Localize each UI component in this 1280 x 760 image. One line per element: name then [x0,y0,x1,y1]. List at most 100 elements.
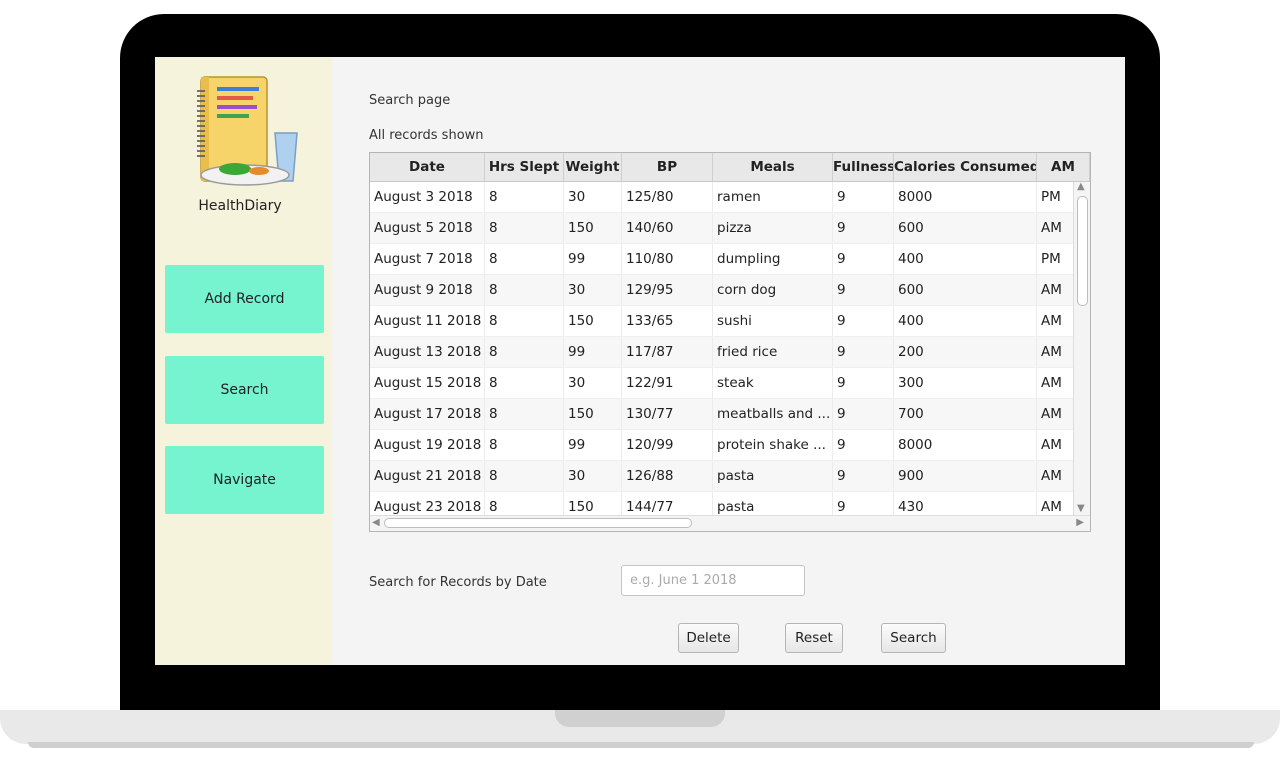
table-cell: 125/80 [622,182,713,212]
vertical-scrollbar[interactable]: ▲ ▼ [1073,181,1090,515]
column-header[interactable]: BP [622,153,713,181]
table-cell: 126/88 [622,461,713,491]
table-row[interactable]: August 9 2018 8 30 129/95 corn dog 9 600 AM [370,275,1090,306]
table-cell: 8 [485,399,564,429]
table-cell: dumpling [713,244,833,274]
table-row[interactable]: August 7 2018 8 99 110/80 dumpling 9 400 PM [370,244,1090,275]
table-cell: 8 [485,430,564,460]
table-cell: August 9 2018 [370,275,485,305]
app-window: HealthDiary Add Record Search Navigate S… [155,57,1125,665]
table-cell: 129/95 [622,275,713,305]
table-cell: August 13 2018 [370,337,485,367]
table-cell: 8 [485,244,564,274]
table-cell: 99 [564,430,622,460]
table-row[interactable]: August 11 2018 8 150 133/65 sushi 9 400 AM [370,306,1090,337]
column-header[interactable]: Calories Consumed [894,153,1037,181]
column-header[interactable]: Weight [564,153,622,181]
table-cell: 8 [485,337,564,367]
reset-button[interactable]: Reset [785,623,843,653]
table-cell: 9 [833,461,894,491]
table-cell: 150 [564,306,622,336]
add-record-button[interactable]: Add Record [165,265,324,333]
table-cell: August 17 2018 [370,399,485,429]
search-date-input[interactable] [621,565,805,596]
scroll-down-icon[interactable]: ▼ [1077,503,1085,514]
navigate-button[interactable]: Navigate [165,446,324,514]
column-header[interactable]: Meals [713,153,833,181]
table-cell: 8 [485,275,564,305]
column-header[interactable]: Fullness [833,153,894,181]
app-name: HealthDiary [198,198,282,214]
table-cell: August 19 2018 [370,430,485,460]
table-cell: 30 [564,182,622,212]
table-cell: protein shake ... [713,430,833,460]
table-row[interactable]: August 17 2018 8 150 130/77 meatballs and ..… [370,399,1090,430]
table-cell: 400 [894,306,1037,336]
search-date-label: Search for Records by Date [369,575,547,590]
table-cell: August 3 2018 [370,182,485,212]
horizontal-scrollbar[interactable]: ◀ ▶ [370,515,1090,531]
column-header[interactable]: Hrs Slept [485,153,564,181]
table-cell: 9 [833,244,894,274]
table-row[interactable]: August 21 2018 8 30 126/88 pasta 9 900 AM [370,461,1090,492]
table-row[interactable]: August 15 2018 8 30 122/91 steak 9 300 AM [370,368,1090,399]
search-button[interactable]: Search [881,623,946,653]
scroll-right-icon[interactable]: ▶ [1076,517,1084,528]
table-cell: 9 [833,213,894,243]
table-cell: 8 [485,461,564,491]
table-cell: 8 [485,182,564,212]
sidebar: HealthDiary Add Record Search Navigate [155,57,332,665]
column-header[interactable]: Date [370,153,485,181]
table-cell: 9 [833,182,894,212]
table-cell: 30 [564,275,622,305]
table-cell: sushi [713,306,833,336]
table-cell: corn dog [713,275,833,305]
table-cell: pizza [713,213,833,243]
table-cell: 600 [894,275,1037,305]
scroll-left-icon[interactable]: ◀ [372,517,380,528]
table-cell: 8 [485,368,564,398]
table-cell: 140/60 [622,213,713,243]
delete-button[interactable]: Delete [678,623,739,653]
table-cell: 300 [894,368,1037,398]
scroll-up-icon[interactable]: ▲ [1077,181,1085,192]
vertical-scroll-thumb[interactable] [1077,196,1088,306]
column-header[interactable]: AM [1037,153,1090,181]
table-row[interactable]: August 13 2018 8 99 117/87 fried rice 9 200 AM [370,337,1090,368]
table-cell: August 5 2018 [370,213,485,243]
table-cell: 9 [833,337,894,367]
table-row[interactable]: August 3 2018 8 30 125/80 ramen 9 8000 PM [370,182,1090,213]
table-cell: 9 [833,306,894,336]
table-cell: 200 [894,337,1037,367]
horizontal-scroll-thumb[interactable] [384,518,692,528]
table-cell: 133/65 [622,306,713,336]
page-title: Search page [369,93,451,108]
main-panel: Search page All records shown Date Hrs Sl… [332,57,1125,665]
table-cell: 9 [833,368,894,398]
laptop-base-shadow [28,742,1254,748]
table-cell: August 11 2018 [370,306,485,336]
table-cell: 9 [833,275,894,305]
table-cell: 120/99 [622,430,713,460]
table-cell: 150 [564,213,622,243]
table-cell: 900 [894,461,1037,491]
notebook-meal-icon [187,75,303,189]
table-cell: 99 [564,337,622,367]
table-cell: 130/77 [622,399,713,429]
search-nav-button[interactable]: Search [165,356,324,424]
table-cell: 9 [833,430,894,460]
table-cell: 99 [564,244,622,274]
records-status: All records shown [369,128,484,143]
table-cell: 30 [564,461,622,491]
table-row[interactable]: August 19 2018 8 99 120/99 protein shake ...… [370,430,1090,461]
table-cell: 700 [894,399,1037,429]
table-cell: 8 [485,306,564,336]
table-cell: August 7 2018 [370,244,485,274]
table-cell: August 21 2018 [370,461,485,491]
table-cell: 9 [833,399,894,429]
table-row[interactable]: August 5 2018 8 150 140/60 pizza 9 600 AM [370,213,1090,244]
table-cell: fried rice [713,337,833,367]
table-cell: 8 [485,213,564,243]
table-cell: 110/80 [622,244,713,274]
table-cell: 30 [564,368,622,398]
